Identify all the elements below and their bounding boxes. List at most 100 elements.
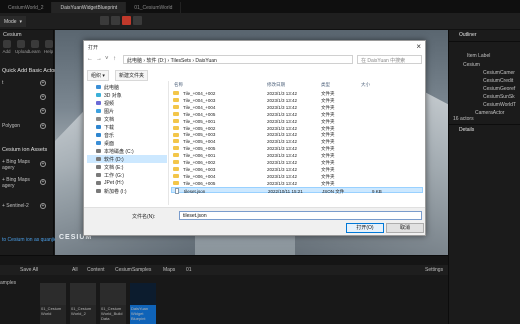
file-row[interactable]: Tile_+005_+005 2023/1/3 13:42 文件夹 (171, 145, 423, 152)
nav-item-desktop[interactable]: 桌面 (87, 139, 167, 147)
outliner-item[interactable]: CesiumWorldT (483, 102, 516, 108)
file-row[interactable]: Tile_+005_+002 2023/1/3 13:42 文件夹 (171, 125, 423, 132)
learn-icon (30, 40, 39, 48)
nav-item-drive-c[interactable]: 本地磁盘 (C:) (87, 147, 167, 155)
close-icon[interactable]: × (416, 42, 421, 51)
address-bar[interactable]: 此电脑 › 软件 (D:) › TilesSets › DaisYuan (123, 55, 353, 64)
file-name: Tile_+004_+005 (183, 111, 216, 117)
outliner-item[interactable]: CesiumCredit (483, 78, 513, 84)
add-button[interactable]: Add (1, 40, 12, 54)
path-segment[interactable]: 01 (186, 267, 192, 273)
add-circle-icon[interactable]: + (40, 80, 46, 86)
tab-widget-blueprint[interactable]: DaisYuanWidgetBlueprint (52, 2, 127, 13)
outliner-item[interactable]: CesiumSunSk (483, 94, 515, 100)
json-file-icon (175, 188, 179, 194)
back-arrow-icon[interactable]: ← (87, 56, 93, 62)
help-button[interactable]: Help (43, 40, 54, 54)
cancel-button[interactable]: 取消 (386, 223, 424, 233)
download-icon (96, 125, 101, 129)
file-row[interactable]: Tile_+005_+001 2023/1/3 13:42 文件夹 (171, 118, 423, 125)
file-row[interactable]: Tile_+004_+003 2023/1/3 13:42 文件夹 (171, 97, 423, 104)
widget-blueprint-icon (130, 283, 156, 305)
file-row[interactable]: Tile_+006_+001 2023/1/3 13:42 文件夹 (171, 152, 423, 159)
column-date[interactable]: 修改日期 (267, 82, 285, 88)
file-row[interactable]: Tile_+006_+002 2023/1/3 13:42 文件夹 (171, 159, 423, 166)
add-circle-icon[interactable]: + (40, 203, 46, 209)
settings-button[interactable]: Settings (425, 267, 443, 273)
column-name[interactable]: 名称 (174, 82, 183, 88)
file-row[interactable]: Tile_+005_+004 2023/1/3 13:42 文件夹 (171, 138, 423, 145)
tab-01-cesiumworld[interactable]: 01_CesiumWorld (126, 2, 182, 13)
tab-cesiumworld-2[interactable]: CesiumWorld_2 (0, 2, 53, 13)
file-row[interactable]: Tile_+005_+003 2023/1/3 13:42 文件夹 (171, 131, 423, 138)
outliner-title: Outliner (459, 32, 477, 38)
up-arrow-icon[interactable]: ↑ (113, 56, 116, 62)
file-date: 2023/1/3 13:42 (267, 132, 298, 138)
path-segment[interactable]: CesiumSamples (115, 267, 151, 273)
file-name: Tile_+006_+003 (183, 166, 216, 172)
path-segment[interactable]: All (72, 267, 78, 273)
mode-dropdown[interactable]: Mode ▾ (0, 16, 27, 27)
column-type[interactable]: 类型 (321, 82, 330, 88)
learn-button[interactable]: Learn (29, 40, 41, 54)
file-size: 9 KB (372, 188, 382, 194)
folder-icon (173, 118, 179, 123)
nav-item-drive-e[interactable]: 文档 (E:) (87, 163, 167, 171)
level-icon (70, 283, 96, 305)
folder-icon (173, 153, 179, 158)
file-row-selected[interactable]: tileset.json 2022/10/11 15:21 JSON 文件 9 KB (171, 186, 423, 194)
file-row[interactable]: Tile_+004_+005 2023/1/3 13:42 文件夹 (171, 111, 423, 118)
column-size[interactable]: 大小 (361, 82, 370, 88)
add-circle-icon[interactable]: + (40, 108, 46, 114)
asset-tile-selected[interactable]: DaisYuan Widget Bluepint (130, 283, 156, 324)
asset-tile[interactable]: 01_Cesium World_Build Data (100, 283, 126, 324)
save-all-button[interactable]: Save All (20, 267, 38, 273)
file-row[interactable]: Tile_+006_+005 2023/1/3 13:42 文件夹 (171, 180, 423, 187)
chevron-down-icon[interactable]: ˅ (105, 56, 109, 62)
nav-item-documents[interactable]: 文档 (87, 115, 167, 123)
open-button[interactable]: 打开(O) (346, 223, 384, 233)
actor-count: 16 actors (453, 116, 474, 122)
new-folder-button[interactable]: 新建文件夹 (115, 70, 149, 81)
add-circle-icon[interactable]: + (40, 94, 46, 100)
file-row[interactable]: Tile_+006_+003 2023/1/3 13:42 文件夹 (171, 166, 423, 173)
build-icon[interactable] (100, 16, 109, 25)
search-input[interactable]: 在 DaisYuan 中搜索 (357, 55, 422, 64)
outliner-item[interactable]: Cesium (463, 62, 480, 68)
add-circle-icon[interactable]: + (40, 123, 46, 129)
nav-item-drive-g[interactable]: 工作 (G:) (87, 171, 167, 179)
asset-tile[interactable]: 01_Cesium World (40, 283, 66, 324)
file-name: tileset.json (184, 188, 206, 194)
eject-icon[interactable] (133, 16, 142, 25)
path-segment[interactable]: Content (87, 267, 105, 273)
organize-button[interactable]: 组织 ▾ (87, 70, 109, 81)
stop-icon[interactable] (122, 16, 131, 25)
add-circle-icon[interactable]: + (40, 161, 46, 167)
path-segment[interactable]: Maps (163, 267, 175, 273)
asset-tile[interactable]: 01_Cesium World_2 (70, 283, 96, 324)
file-row[interactable]: Tile_+004_+002 2023/1/3 13:42 文件夹 (171, 90, 423, 97)
nav-item-this-pc[interactable]: 此电脑 (87, 83, 167, 91)
nav-label: 桌面 (104, 140, 115, 147)
outliner-item[interactable]: CesiumGeoref (483, 86, 515, 92)
nav-item-drive-i[interactable]: 新加卷 (I:) (87, 187, 167, 195)
connect-link[interactable]: to Cesium ion as quanjie (2, 237, 57, 243)
nav-item-drive-d[interactable]: 软件 (D:) (87, 155, 167, 163)
nav-item-3d[interactable]: 3D 对象 (87, 91, 167, 99)
nav-item-music[interactable]: 音乐 (87, 131, 167, 139)
nav-item-drive-h[interactable]: JPet (H:) (87, 179, 167, 187)
filename-input[interactable]: tileset.json (179, 211, 422, 220)
file-row[interactable]: Tile_+006_+004 2023/1/3 13:42 文件夹 (171, 173, 423, 180)
nav-item-videos[interactable]: 视频 (87, 99, 167, 107)
file-name: Tile_+005_+004 (183, 139, 216, 145)
forward-arrow-icon[interactable]: → (96, 56, 102, 62)
nav-item-downloads[interactable]: 下载 (87, 123, 167, 131)
outliner-item[interactable]: CameraActor (475, 110, 504, 116)
nav-item-pictures[interactable]: 图片 (87, 107, 167, 115)
outliner-item[interactable]: CesiumCamer (483, 70, 515, 76)
file-date: 2023/1/3 13:42 (267, 166, 298, 172)
add-circle-icon[interactable]: + (40, 179, 46, 185)
play-icon[interactable] (111, 16, 120, 25)
file-row[interactable]: Tile_+004_+004 2023/1/3 13:42 文件夹 (171, 104, 423, 111)
upload-button[interactable]: Upload (15, 40, 29, 54)
